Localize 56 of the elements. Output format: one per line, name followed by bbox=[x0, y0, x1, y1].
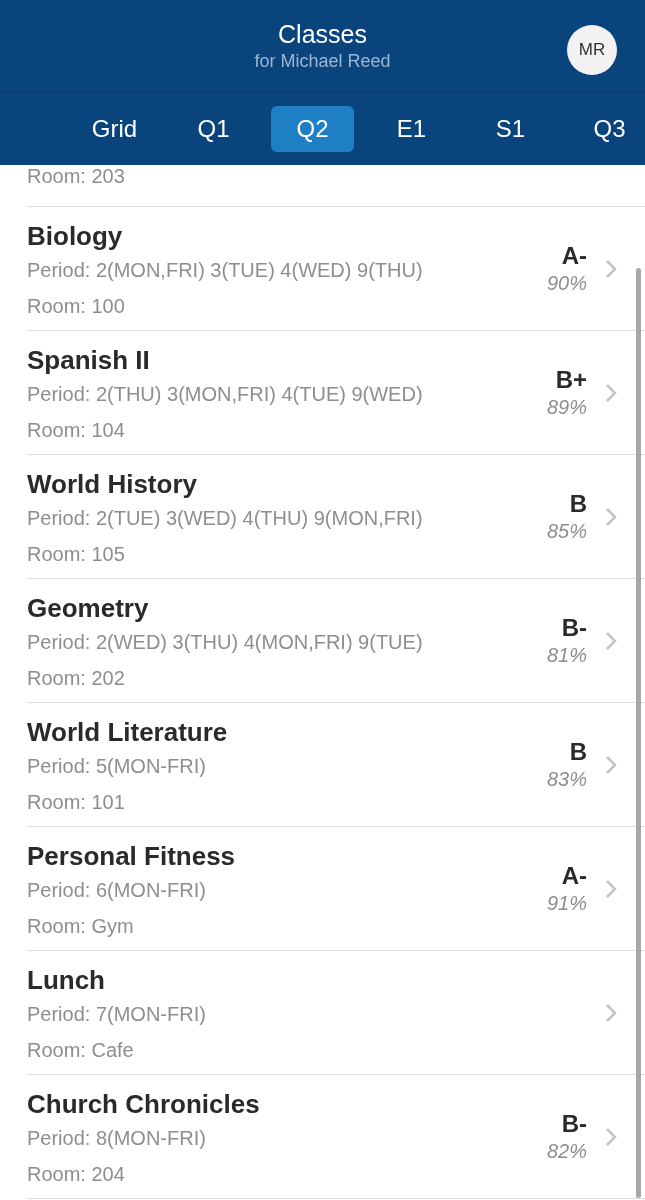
grade-percent: 82% bbox=[546, 1140, 587, 1163]
period-text: Period: 8(MON-FRI) bbox=[27, 1125, 207, 1151]
class-name: World Literature bbox=[27, 715, 229, 748]
letter-grade: B bbox=[569, 490, 587, 518]
chevron-icon bbox=[605, 258, 617, 279]
period-text: Period: 6(MON-FRI) bbox=[27, 877, 207, 903]
chevron-icon bbox=[605, 630, 617, 651]
room-text: Room: 204 bbox=[27, 1161, 126, 1187]
period-text: Period: 2(THU) 3(MON,FRI) 4(TUE) 9(WED) bbox=[27, 381, 424, 407]
letter-grade: A- bbox=[561, 862, 587, 890]
chevron-icon bbox=[605, 506, 617, 527]
grade-percent: 89% bbox=[546, 396, 587, 419]
grade-percent: 90% bbox=[546, 272, 587, 295]
class-name: Biology bbox=[27, 219, 124, 252]
period-tab[interactable]: Q2 bbox=[271, 106, 354, 152]
letter-grade: B- bbox=[561, 1110, 587, 1138]
chevron-icon bbox=[605, 754, 617, 775]
period-tab[interactable]: E1 bbox=[370, 106, 453, 152]
chevron-icon bbox=[605, 878, 617, 899]
period-text: Period: 2(MON,FRI) 3(TUE) 4(WED) 9(THU) bbox=[27, 257, 424, 283]
period-text: Period: 2(TUE) 3(WED) 4(THU) 9(MON,FRI) bbox=[27, 505, 424, 531]
letter-grade: B+ bbox=[555, 366, 587, 394]
period-tab[interactable]: Grid bbox=[73, 106, 156, 152]
class-name: Geometry bbox=[27, 591, 150, 624]
chevron-icon bbox=[605, 1126, 617, 1147]
period-tab[interactable]: Q1 bbox=[172, 106, 255, 152]
period-tab[interactable]: S1 bbox=[469, 106, 552, 152]
chevron-icon bbox=[605, 382, 617, 403]
class-name: Spanish II bbox=[27, 343, 151, 376]
period-text: Period: 2(WED) 3(THU) 4(MON,FRI) 9(TUE) bbox=[27, 629, 424, 655]
room-text: Room: Cafe bbox=[27, 1037, 135, 1063]
grade-percent: 83% bbox=[546, 768, 587, 791]
letter-grade: B bbox=[569, 738, 587, 766]
class-name: World History bbox=[27, 467, 198, 500]
chevron-icon bbox=[605, 1002, 617, 1023]
period-tab[interactable]: Q3 bbox=[568, 106, 645, 152]
room-text: Room: 105 bbox=[27, 541, 126, 567]
letter-grade: B- bbox=[561, 614, 587, 642]
room-text: Room: 202 bbox=[27, 665, 126, 691]
grade-percent: 85% bbox=[546, 520, 587, 543]
class-name: Church Chronicles bbox=[27, 1087, 261, 1120]
period-text: Period: 7(MON-FRI) bbox=[27, 1001, 207, 1027]
class-name: Lunch bbox=[27, 963, 106, 996]
period-text: Period: 5(MON-FRI) bbox=[27, 753, 207, 779]
room-text: Room: Gym bbox=[27, 913, 135, 939]
header-title: Classes bbox=[277, 20, 368, 49]
avatar-button[interactable]: MR bbox=[567, 25, 617, 75]
room-text: Room: 203 bbox=[27, 165, 125, 188]
grade-percent: 91% bbox=[546, 892, 587, 915]
header-subtitle: for Michael Reed bbox=[254, 51, 391, 72]
room-text: Room: 101 bbox=[27, 789, 126, 815]
letter-grade: A- bbox=[561, 242, 587, 270]
room-text: Room: 104 bbox=[27, 417, 126, 443]
room-text: Room: 100 bbox=[27, 293, 126, 319]
class-name: Personal Fitness bbox=[27, 839, 237, 872]
grade-percent: 81% bbox=[546, 644, 587, 667]
